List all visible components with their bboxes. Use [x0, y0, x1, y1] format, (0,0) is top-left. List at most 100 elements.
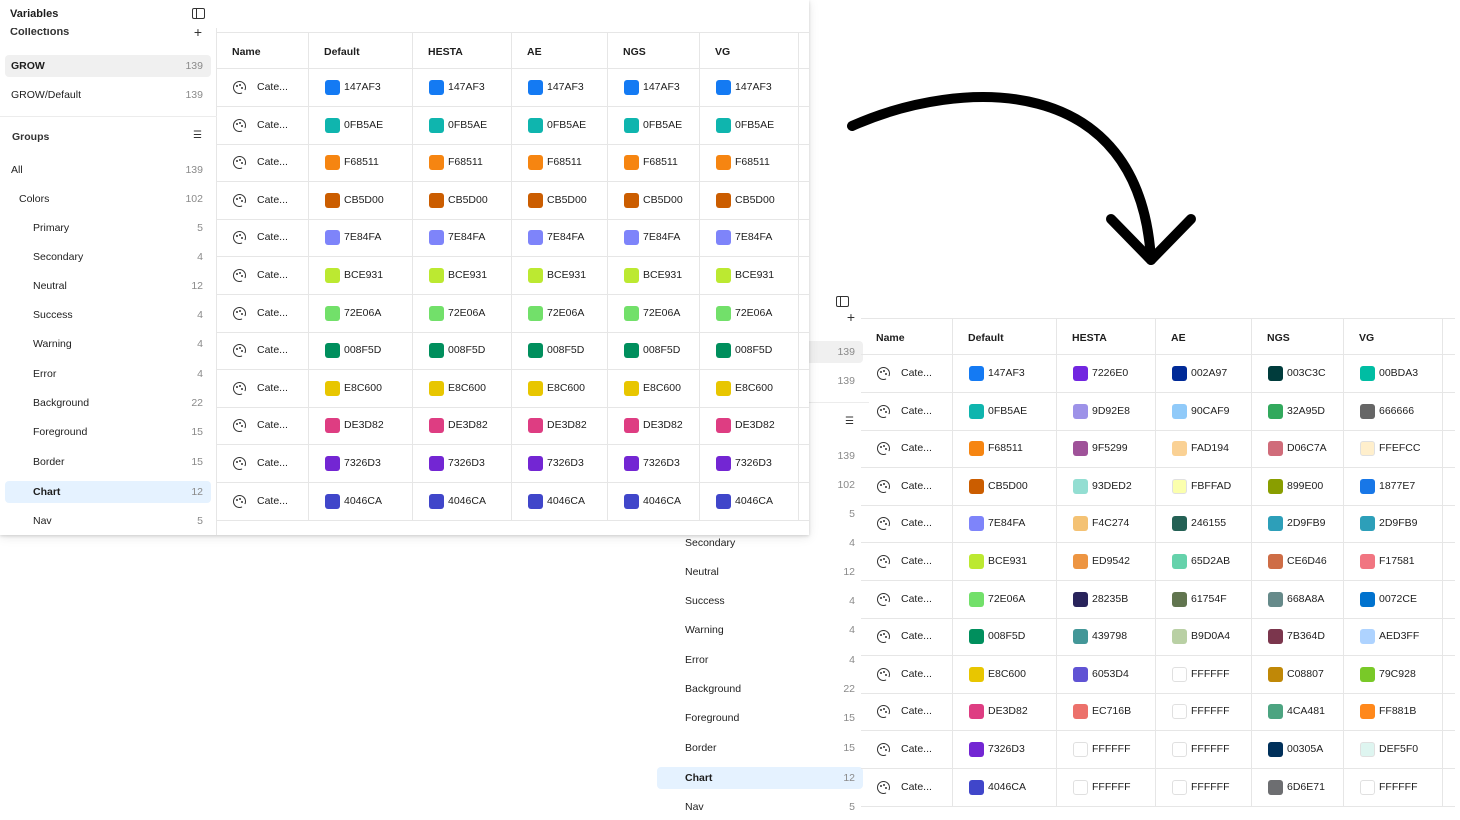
- color-swatch[interactable]: [716, 418, 731, 434]
- filter-list-icon[interactable]: ☰: [845, 417, 858, 427]
- table-row[interactable]: Cate... DE3D82 EC716B FFFFFF 4CA481 FF881B: [861, 693, 1455, 732]
- value-cell[interactable]: 7E84FA: [413, 219, 512, 257]
- color-swatch[interactable]: [969, 591, 984, 607]
- color-swatch[interactable]: [429, 418, 444, 434]
- table-row[interactable]: Cate... 4046CA 4046CA 4046CA 4046CA 4046CA: [217, 482, 809, 521]
- value-cell[interactable]: F68511: [512, 144, 608, 182]
- value-cell[interactable]: 439798: [1057, 618, 1156, 656]
- color-swatch[interactable]: [1360, 742, 1375, 757]
- value-cell[interactable]: BCE931: [512, 257, 608, 294]
- value-cell[interactable]: 0FB5AE: [413, 106, 512, 144]
- value-cell[interactable]: 72E06A: [953, 580, 1057, 618]
- value-cell[interactable]: FBFFAD: [1156, 467, 1252, 505]
- value-cell[interactable]: DE3D82: [413, 407, 512, 445]
- value-cell[interactable]: 4046CA: [953, 768, 1057, 806]
- group-item[interactable]: Secondary 4: [5, 246, 211, 268]
- color-swatch[interactable]: [624, 418, 639, 434]
- color-swatch[interactable]: [1268, 441, 1283, 457]
- group-item[interactable]: Success 4: [657, 590, 863, 612]
- value-cell[interactable]: E8C600: [413, 369, 512, 407]
- color-swatch[interactable]: [969, 441, 984, 457]
- color-swatch[interactable]: [1172, 591, 1187, 607]
- name-cell[interactable]: Cate...: [861, 543, 953, 580]
- value-cell[interactable]: ED9542: [1057, 543, 1156, 580]
- name-cell[interactable]: Cate...: [217, 407, 309, 445]
- value-cell[interactable]: E8C600: [309, 369, 413, 407]
- color-swatch[interactable]: [1360, 629, 1375, 645]
- column-header[interactable]: Name: [217, 33, 309, 68]
- table-row[interactable]: Cate... 7326D3 7326D3 7326D3 7326D3 7326D3: [217, 445, 809, 483]
- value-cell[interactable]: CE6D46: [1252, 543, 1344, 580]
- group-item[interactable]: Border 15: [5, 451, 211, 473]
- color-swatch[interactable]: [1172, 441, 1187, 457]
- color-swatch[interactable]: [1268, 366, 1283, 381]
- table-row[interactable]: Cate... 147AF3 7226E0 002A97 003C3C 00BDA3: [861, 355, 1455, 393]
- value-cell[interactable]: FFFFFF: [1057, 731, 1156, 768]
- color-swatch[interactable]: [1360, 554, 1375, 569]
- name-cell[interactable]: Cate...: [861, 467, 953, 505]
- value-cell[interactable]: 7E84FA: [608, 219, 700, 257]
- table-row[interactable]: Cate... 4046CA FFFFFF FFFFFF 6D6E71 FFFFFF: [861, 768, 1455, 807]
- color-swatch[interactable]: [429, 268, 444, 283]
- value-cell[interactable]: B9D0A4: [1156, 618, 1252, 656]
- value-cell[interactable]: F17581: [1344, 543, 1443, 580]
- color-swatch[interactable]: [969, 779, 984, 795]
- table-row[interactable]: Cate... E8C600 E8C600 E8C600 E8C600 E8C600: [217, 369, 809, 408]
- name-cell[interactable]: Cate...: [217, 332, 309, 370]
- color-swatch[interactable]: [716, 493, 731, 509]
- color-swatch[interactable]: [1073, 441, 1088, 457]
- value-cell[interactable]: DE3D82: [608, 407, 700, 445]
- name-cell[interactable]: Cate...: [217, 144, 309, 182]
- color-swatch[interactable]: [528, 230, 543, 246]
- color-swatch[interactable]: [325, 343, 340, 359]
- value-cell[interactable]: 147AF3: [608, 69, 700, 106]
- color-swatch[interactable]: [429, 456, 444, 471]
- color-swatch[interactable]: [1268, 779, 1283, 795]
- color-swatch[interactable]: [528, 418, 543, 434]
- value-cell[interactable]: FFFFFF: [1057, 768, 1156, 806]
- color-swatch[interactable]: [325, 155, 340, 171]
- group-item[interactable]: Background 22: [657, 678, 863, 700]
- value-cell[interactable]: DE3D82: [953, 693, 1057, 731]
- name-cell[interactable]: Cate...: [861, 355, 953, 392]
- value-cell[interactable]: 4046CA: [413, 482, 512, 520]
- value-cell[interactable]: 7326D3: [953, 731, 1057, 768]
- color-swatch[interactable]: [624, 493, 639, 509]
- value-cell[interactable]: FFFFFF: [1344, 768, 1443, 806]
- color-swatch[interactable]: [325, 268, 340, 283]
- value-cell[interactable]: 008F5D: [700, 332, 799, 370]
- color-swatch[interactable]: [716, 230, 731, 246]
- column-header[interactable]: NGS: [1252, 319, 1344, 354]
- table-row[interactable]: Cate... E8C600 6053D4 FFFFFF C08807 79C928: [861, 655, 1455, 694]
- table-row[interactable]: Cate... 008F5D 008F5D 008F5D 008F5D 008F5D: [217, 332, 809, 371]
- table-row[interactable]: Cate... CB5D00 CB5D00 CB5D00 CB5D00 CB5D00: [217, 181, 809, 220]
- name-cell[interactable]: Cate...: [217, 219, 309, 257]
- color-swatch[interactable]: [429, 380, 444, 396]
- name-cell[interactable]: Cate...: [217, 445, 309, 482]
- color-swatch[interactable]: [528, 155, 543, 171]
- color-swatch[interactable]: [624, 343, 639, 359]
- group-item[interactable]: Neutral 12: [657, 561, 863, 583]
- color-swatch[interactable]: [969, 704, 984, 720]
- group-item[interactable]: Foreground 15: [5, 421, 211, 443]
- color-swatch[interactable]: [1172, 742, 1187, 757]
- value-cell[interactable]: CB5D00: [700, 181, 799, 219]
- name-cell[interactable]: Cate...: [861, 731, 953, 768]
- name-cell[interactable]: Cate...: [861, 392, 953, 430]
- color-swatch[interactable]: [716, 380, 731, 396]
- table-row[interactable]: Cate... 7E84FA F4C274 246155 2D9FB9 2D9FB9: [861, 505, 1455, 544]
- value-cell[interactable]: BCE931: [309, 257, 413, 294]
- group-item[interactable]: Border 15: [657, 737, 863, 759]
- name-cell[interactable]: Cate...: [861, 430, 953, 468]
- table-row[interactable]: Cate... BCE931 BCE931 BCE931 BCE931 BCE931: [217, 257, 809, 295]
- value-cell[interactable]: E8C600: [608, 369, 700, 407]
- color-swatch[interactable]: [624, 380, 639, 396]
- color-swatch[interactable]: [969, 403, 984, 419]
- value-cell[interactable]: DEF5F0: [1344, 731, 1443, 768]
- value-cell[interactable]: 7B364D: [1252, 618, 1344, 656]
- value-cell[interactable]: F4C274: [1057, 505, 1156, 543]
- name-cell[interactable]: Cate...: [861, 693, 953, 731]
- value-cell[interactable]: E8C600: [700, 369, 799, 407]
- value-cell[interactable]: 008F5D: [608, 332, 700, 370]
- color-swatch[interactable]: [1360, 779, 1375, 795]
